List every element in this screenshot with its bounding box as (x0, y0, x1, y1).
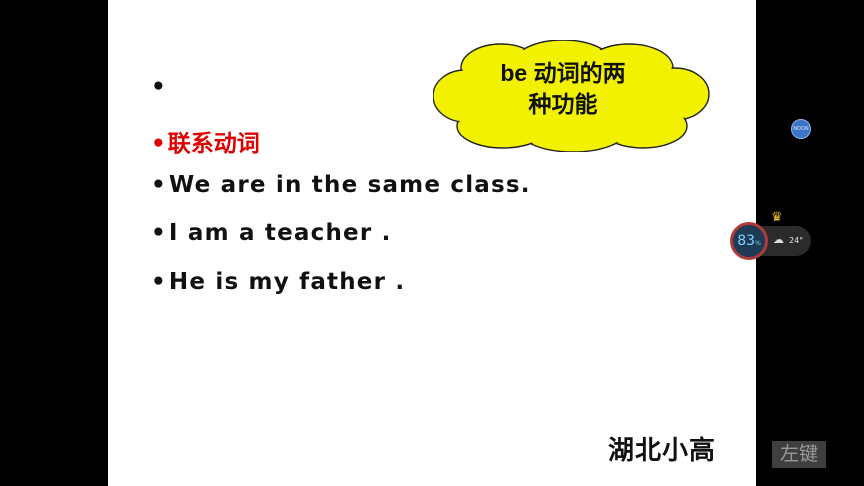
bullet-dot: • (151, 131, 166, 157)
bullet-line-example-3: •He is my father . (151, 269, 405, 295)
cloud-title-line-1: be 动词的两 (500, 60, 626, 86)
crown-icon: ♛ (771, 210, 783, 225)
title-cloud: be 动词的两 种功能 (433, 40, 713, 152)
bullet-dot: • (151, 269, 167, 295)
cloud-title: be 动词的两 种功能 (433, 58, 693, 120)
author-signature: 湖北小高 (608, 436, 717, 466)
bullet-text: He is my father . (168, 269, 406, 295)
rain-cloud-icon: ☁ (773, 233, 784, 246)
bullet-line-empty: • (151, 74, 169, 100)
floating-assistant-label: NOON (793, 126, 809, 132)
cloud-title-line-2: 种功能 (528, 91, 598, 117)
bullet-text: 联系动词 (167, 131, 260, 157)
battery-indicator[interactable]: 83% (730, 222, 768, 260)
bullet-text: We are in the same class. (168, 172, 531, 198)
bullet-line-example-2: •I am a teacher . (151, 220, 392, 246)
bullet-dot: • (151, 220, 167, 246)
bullet-dot: • (151, 172, 167, 198)
slide: • •联系动词 •We are in the same class. •I am… (108, 0, 756, 486)
bullet-line-linking-verb: •联系动词 (151, 124, 260, 158)
bullet-text: I am a teacher . (168, 220, 392, 246)
left-click-indicator: 左键 (772, 441, 826, 468)
bullet-line-example-1: •We are in the same class. (151, 172, 531, 198)
battery-value: 83 (737, 233, 756, 249)
weather-temperature: 24° (789, 236, 804, 245)
bullet-dot: • (151, 74, 167, 100)
battery-unit: % (755, 240, 761, 247)
floating-assistant-button[interactable]: NOON (791, 119, 811, 139)
